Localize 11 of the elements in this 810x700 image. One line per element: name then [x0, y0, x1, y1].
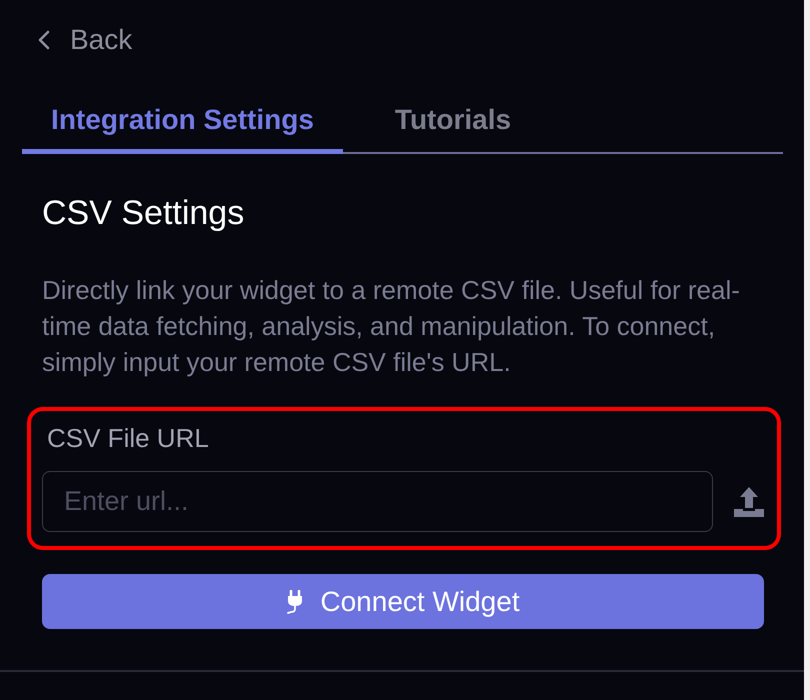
section-title: CSV Settings — [42, 193, 246, 233]
section-description: Directly link your widget to a remote CSV file. Useful for real-time data fetching, analysis, and manipulation. To connect, simply input your remote CSV file's URL. — [42, 274, 741, 379]
field-label: CSV File URL — [47, 423, 209, 453]
back-link[interactable]: Back — [38, 24, 132, 56]
connect-widget-button[interactable]: Connect Widget — [42, 574, 764, 629]
plug-icon — [286, 590, 304, 614]
chevron-left-icon — [38, 30, 50, 50]
upload-icon[interactable] — [734, 486, 764, 516]
url-input[interactable]: Enter url... — [42, 471, 713, 532]
tab[interactable]: Integration Settings — [22, 103, 343, 154]
tab[interactable]: Tutorials — [343, 103, 563, 154]
